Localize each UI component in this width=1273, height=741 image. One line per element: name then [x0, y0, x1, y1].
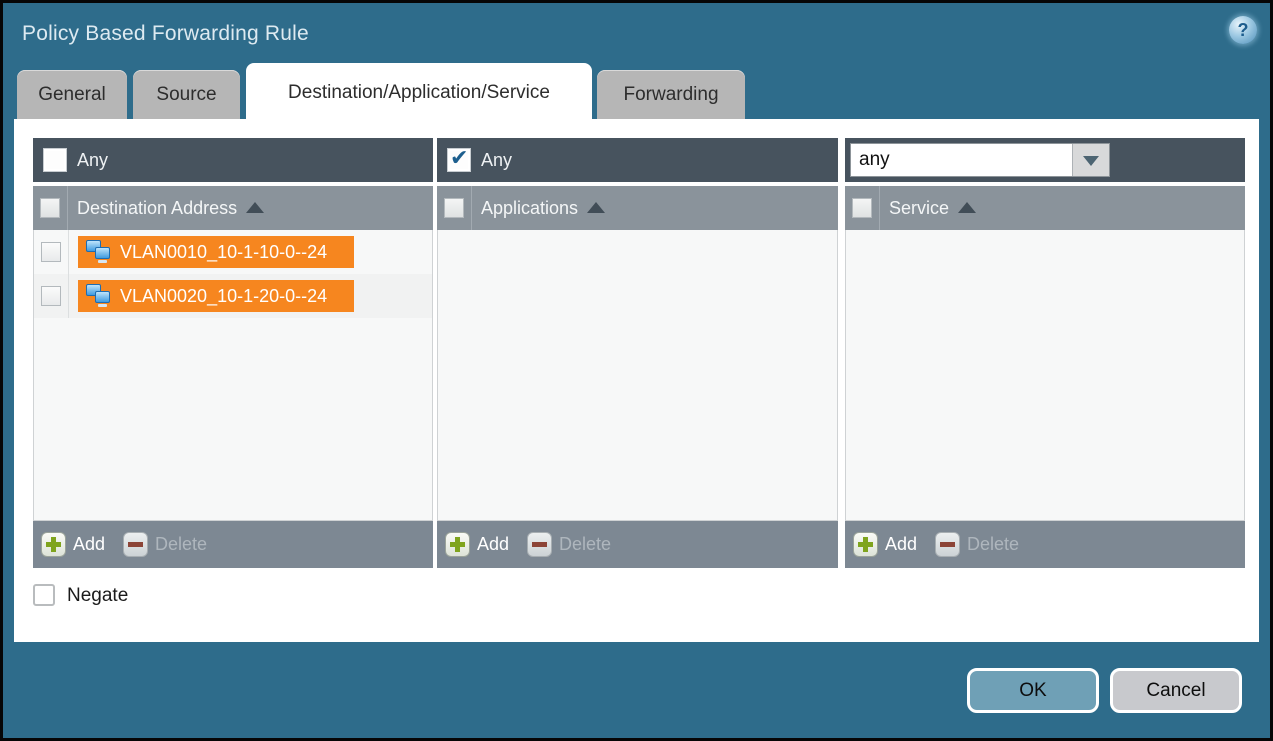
destination-any-bar: Any [33, 138, 433, 182]
list-item[interactable]: VLAN0020_10-1-20-0--24 [34, 274, 432, 318]
policy-based-forwarding-dialog: Policy Based Forwarding Rule ? General S… [0, 0, 1273, 741]
address-object-icon [86, 284, 114, 308]
add-label: Add [73, 532, 105, 557]
destination-select-all-checkbox[interactable] [40, 198, 60, 218]
sort-ascending-icon[interactable] [958, 202, 976, 213]
destination-any-checkbox[interactable] [43, 148, 67, 172]
applications-any-label: Any [481, 138, 512, 182]
list-item[interactable]: VLAN0010_10-1-10-0--24 [34, 230, 432, 274]
destination-row1-text: VLAN0010_10-1-10-0--24 [120, 236, 327, 268]
add-plus-icon [445, 532, 470, 557]
destination-header-text: Destination Address [77, 198, 237, 218]
sort-ascending-icon[interactable] [587, 202, 605, 213]
applications-any-checkbox[interactable] [447, 148, 471, 172]
applications-select-all-cell [437, 186, 472, 230]
add-label: Add [477, 532, 509, 557]
destination-row1-checkbox[interactable] [41, 242, 61, 262]
add-plus-icon [41, 532, 66, 557]
service-dropdown-value: any [859, 144, 890, 176]
add-plus-icon [853, 532, 878, 557]
service-list-footer: Add Delete [845, 521, 1245, 568]
service-dropdown-bar: any [845, 138, 1245, 182]
delete-label: Delete [559, 532, 611, 557]
destination-row2-text: VLAN0020_10-1-20-0--24 [120, 280, 327, 312]
service-column-header[interactable]: Service [845, 186, 1245, 230]
service-header-label: Service [889, 186, 976, 230]
row-checkbox-cell [34, 230, 69, 274]
applications-header-label: Applications [481, 186, 605, 230]
tab-forwarding[interactable]: Forwarding [597, 70, 745, 119]
delete-minus-icon [123, 532, 148, 557]
address-object-icon [86, 240, 114, 264]
destination-any-label: Any [77, 138, 108, 182]
destination-address-column: Any Destination Address VLA [33, 138, 433, 568]
tab-content-panel: Any Destination Address VLA [14, 119, 1259, 642]
help-icon[interactable]: ? [1229, 16, 1257, 44]
destination-address-list: VLAN0010_10-1-10-0--24 VLAN0020_10-1-20-… [33, 230, 433, 521]
applications-column: Any Applications Add Delete [437, 138, 838, 568]
applications-select-all-checkbox[interactable] [444, 198, 464, 218]
service-list [845, 230, 1245, 521]
dialog-title: Policy Based Forwarding Rule [22, 22, 309, 46]
chevron-down-icon[interactable] [1072, 144, 1109, 176]
destination-row1-value[interactable]: VLAN0010_10-1-10-0--24 [78, 236, 354, 268]
delete-minus-icon [527, 532, 552, 557]
tab-general[interactable]: General [17, 70, 127, 119]
destination-row2-value[interactable]: VLAN0020_10-1-20-0--24 [78, 280, 354, 312]
destination-header-label: Destination Address [77, 186, 264, 230]
delete-label: Delete [155, 532, 207, 557]
service-column: any Service Add Delete [845, 138, 1245, 568]
applications-any-bar: Any [437, 138, 838, 182]
destination-list-footer: Add Delete [33, 521, 433, 568]
negate-label: Negate [67, 584, 128, 608]
service-any-dropdown[interactable]: any [850, 143, 1110, 177]
applications-header-text: Applications [481, 198, 578, 218]
service-select-all-checkbox[interactable] [852, 198, 872, 218]
destination-select-all-cell [33, 186, 68, 230]
delete-minus-icon [935, 532, 960, 557]
destination-row2-checkbox[interactable] [41, 286, 61, 306]
service-select-all-cell [845, 186, 880, 230]
sort-ascending-icon[interactable] [246, 202, 264, 213]
negate-checkbox[interactable] [33, 584, 55, 606]
delete-label: Delete [967, 532, 1019, 557]
row-checkbox-cell [34, 274, 69, 318]
applications-column-header[interactable]: Applications [437, 186, 838, 230]
tab-source[interactable]: Source [133, 70, 240, 119]
tab-destination-application-service[interactable]: Destination/Application/Service [246, 63, 592, 119]
service-header-text: Service [889, 198, 949, 218]
add-label: Add [885, 532, 917, 557]
destination-column-header[interactable]: Destination Address [33, 186, 433, 230]
cancel-button[interactable]: Cancel [1110, 668, 1242, 713]
applications-list [437, 230, 838, 521]
applications-list-footer: Add Delete [437, 521, 838, 568]
ok-button[interactable]: OK [967, 668, 1099, 713]
